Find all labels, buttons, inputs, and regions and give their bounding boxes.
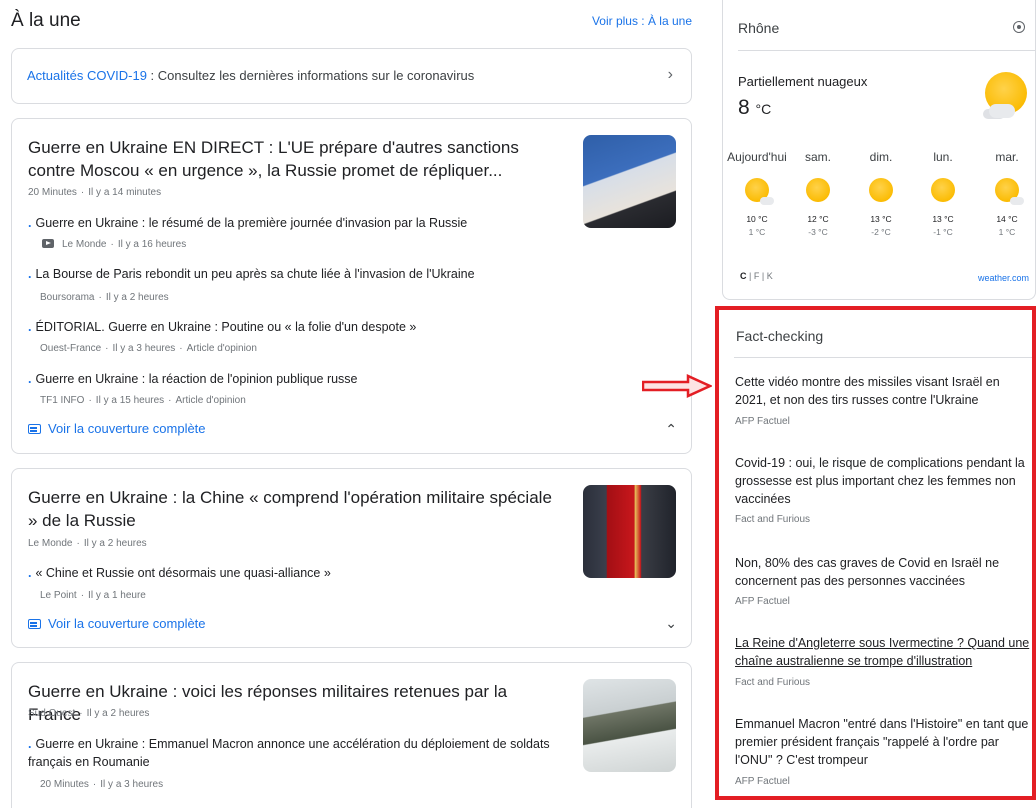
story-title[interactable]: Guerre en Ukraine EN DIRECT : L'UE prépa… [28, 136, 560, 182]
weather-source-link[interactable]: weather.com [978, 273, 1029, 283]
forecast-day[interactable]: mar. 14 °C 1 °C [975, 150, 1036, 237]
fact-check-source: Fact and Furious [735, 677, 811, 688]
covid-banner-text: Actualités COVID-19 : Consultez les dern… [27, 68, 474, 83]
story-source: 20 Minutes [28, 187, 77, 198]
story-card[interactable]: Guerre en Ukraine : voici les réponses m… [11, 662, 692, 808]
divider [734, 357, 1036, 358]
sun-icon [806, 178, 830, 202]
related-meta: Le Point · Il y a 1 heure [40, 590, 146, 601]
story-title[interactable]: Guerre en Ukraine : voici les réponses m… [28, 680, 560, 726]
forecast-day[interactable]: lun. 13 °C -1 °C [911, 150, 975, 237]
weather-condition: Partiellement nuageux [738, 74, 868, 89]
forecast: Aujourd'hui 10 °C 1 °C sam. 12 °C -3 °C dim.… [727, 150, 1036, 250]
fact-check-source: AFP Factuel [735, 596, 790, 607]
unit-celsius[interactable]: C [740, 271, 747, 281]
divider [738, 50, 1035, 51]
story-card[interactable]: Guerre en Ukraine : la Chine « comprend … [11, 468, 692, 648]
weather-widget: Rhône Partiellement nuageux 8 °C Aujourd… [722, 0, 1036, 300]
top-stories-section: À la une Voir plus : À la une Actualités… [11, 0, 692, 808]
related-article[interactable]: . ÉDITORIAL. Guerre en Ukraine : Poutine … [28, 318, 558, 336]
fact-check-item[interactable]: Cette vidéo montre des missiles visant I… [735, 373, 1030, 409]
location-icon[interactable] [1013, 21, 1025, 33]
section-title: À la une [11, 10, 81, 31]
story-meta: Le Monde · Il y a 2 heures [28, 538, 147, 549]
chevron-up-icon[interactable]: ⌃ [665, 421, 677, 438]
related-meta: Le Monde · Il y a 16 heures [42, 239, 186, 250]
arrow-icon [642, 374, 712, 398]
full-coverage-link[interactable]: Voir la couverture complète [28, 421, 206, 436]
related-article[interactable]: . « Chine et Russie ont désormais une qua… [28, 564, 558, 582]
unit-fahrenheit[interactable]: F [754, 271, 760, 281]
coverage-icon [28, 424, 41, 434]
weather-location: Rhône [738, 20, 780, 36]
video-icon [42, 239, 54, 248]
fact-check-item[interactable]: La Reine d'Angleterre sous Ivermectine ?… [735, 634, 1030, 670]
fact-check-item[interactable]: Emmanuel Macron "entré dans l'Histoire" … [735, 715, 1030, 769]
covid-banner[interactable]: Actualités COVID-19 : Consultez les dern… [11, 48, 692, 104]
related-article[interactable]: . La Bourse de Paris rebondit un peu aprè… [28, 265, 558, 283]
cloud-icon [989, 104, 1015, 118]
covid-link[interactable]: Actualités COVID-19 [27, 68, 147, 83]
sun-icon [931, 178, 955, 202]
chevron-down-icon[interactable]: ⌄ [665, 615, 677, 632]
temperature-unit: °C [755, 101, 772, 117]
fact-check-item[interactable]: Covid-19 : oui, le risque de complicatio… [735, 454, 1030, 508]
story-meta: Sud Ouest · Il y a 2 heures [28, 708, 150, 719]
related-article[interactable]: . Guerre en Ukraine : Emmanuel Macron ann… [28, 735, 558, 771]
section-header: À la une Voir plus : À la une [11, 0, 692, 44]
covid-description: : Consultez les dernières informations s… [146, 68, 475, 83]
unit-switcher: C | F | K [740, 271, 773, 281]
related-meta: Ouest-France · Il y a 3 heures · Article d'o… [40, 343, 257, 354]
partly-cloudy-icon [745, 178, 774, 205]
fact-check-source: AFP Factuel [735, 416, 790, 427]
story-thumbnail[interactable] [583, 679, 676, 772]
fact-check-item[interactable]: Non, 80% des cas graves de Covid en Isra… [735, 554, 1030, 590]
fact-check-source: Fact and Furious [735, 514, 811, 525]
see-more-link[interactable]: Voir plus : À la une [592, 14, 692, 28]
story-time: Il y a 14 minutes [88, 187, 162, 198]
fact-checking-title: Fact-checking [736, 328, 824, 344]
current-temperature: 8 °C [738, 96, 772, 119]
related-meta: 20 Minutes · Il y a 3 heures [40, 779, 164, 790]
story-card[interactable]: Guerre en Ukraine EN DIRECT : L'UE prépa… [11, 118, 692, 454]
related-article[interactable]: . Guerre en Ukraine : le résumé de la pre… [28, 214, 558, 232]
story-meta: 20 Minutes · Il y a 14 minutes [28, 187, 162, 198]
coverage-icon [28, 619, 41, 629]
story-thumbnail[interactable] [583, 135, 676, 228]
story-title[interactable]: Guerre en Ukraine : la Chine « comprend … [28, 486, 560, 532]
chevron-right-icon[interactable]: › [668, 66, 673, 84]
sun-icon [869, 178, 893, 202]
unit-kelvin[interactable]: K [767, 271, 773, 281]
related-meta: TF1 INFO · Il y a 15 heures · Article d'opin… [40, 395, 246, 406]
partly-cloudy-icon [995, 178, 1024, 205]
forecast-day[interactable]: sam. 12 °C -3 °C [786, 150, 850, 237]
fact-check-source: AFP Factuel [735, 776, 790, 787]
full-coverage-link[interactable]: Voir la couverture complète [28, 616, 206, 631]
forecast-day[interactable]: Aujourd'hui 10 °C 1 °C [725, 150, 789, 237]
related-article[interactable]: . Guerre en Ukraine : la réaction de l'op… [28, 370, 558, 388]
story-thumbnail[interactable] [583, 485, 676, 578]
related-meta: Boursorama · Il y a 2 heures [40, 292, 169, 303]
forecast-day[interactable]: dim. 13 °C -2 °C [849, 150, 913, 237]
